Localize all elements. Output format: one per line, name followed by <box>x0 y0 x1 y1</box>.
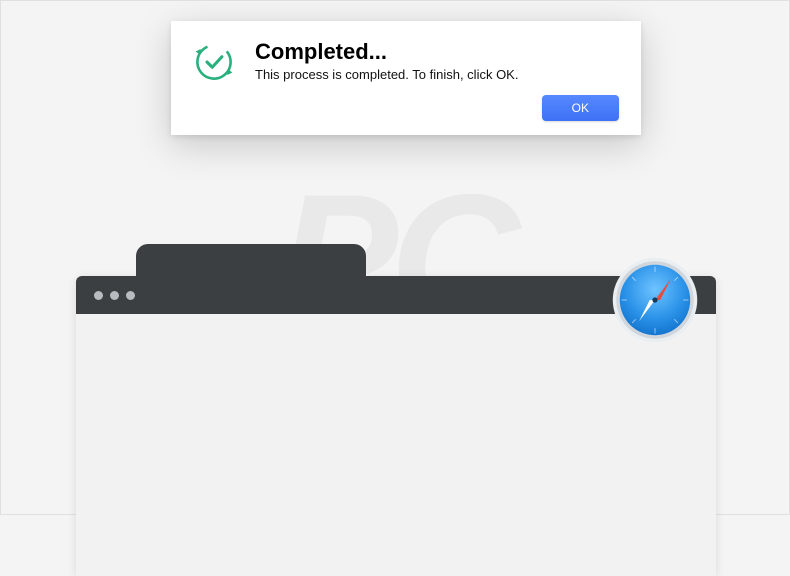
ok-button[interactable]: OK <box>542 95 619 121</box>
traffic-light-close[interactable] <box>94 291 103 300</box>
traffic-light-zoom[interactable] <box>126 291 135 300</box>
safari-compass-icon <box>611 256 699 344</box>
dialog-actions: OK <box>193 95 619 121</box>
dialog-body: Completed... This process is completed. … <box>193 39 619 83</box>
dialog-text: Completed... This process is completed. … <box>255 39 619 82</box>
traffic-light-minimize[interactable] <box>110 291 119 300</box>
completion-dialog: Completed... This process is completed. … <box>171 21 641 135</box>
refresh-check-icon <box>193 41 235 83</box>
browser-tab <box>136 244 366 276</box>
dialog-title: Completed... <box>255 39 619 65</box>
dialog-message: This process is completed. To finish, cl… <box>255 67 619 82</box>
